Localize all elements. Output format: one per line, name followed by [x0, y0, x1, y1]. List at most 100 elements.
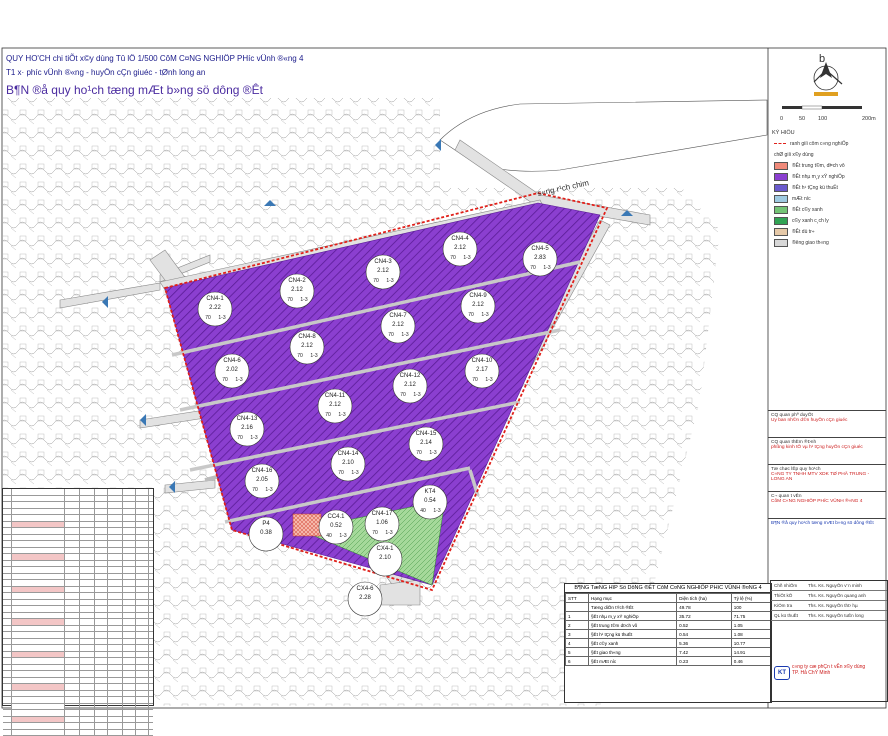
land-use-cell: 5: [566, 648, 589, 657]
scale-label-0: 0: [780, 116, 783, 122]
stamp-row: CQ quan thÈm ®Þnhphßng kinh tÕ vµ h¹ tÇn…: [768, 437, 886, 464]
plot-text: CN4-17: [372, 511, 393, 517]
table-cell: [80, 561, 95, 567]
table-cell: [136, 665, 149, 671]
signature-role: QL kü thuËt: [774, 613, 808, 618]
legend-item-label: ®Êt trung t©m, dÞch vô: [792, 163, 845, 169]
table-cell: [95, 502, 108, 508]
legend-swatch: [774, 195, 788, 203]
plot-density: 70: [205, 315, 211, 321]
plot-text: CN4-8: [298, 334, 316, 340]
table-cell: [3, 697, 12, 703]
plot-density: 70: [400, 392, 406, 398]
legend-swatch: [774, 239, 788, 247]
table-cell: [12, 613, 65, 619]
legend-item-label: ®Êt nhµ m¸y xÝ nghiÖp: [792, 174, 845, 180]
table-cell: [123, 489, 136, 495]
plot-density: 70: [373, 278, 379, 284]
company-logo: KT: [774, 666, 790, 680]
land-use-cell: 2: [566, 621, 589, 630]
table-row: [3, 730, 153, 736]
table-cell: [65, 522, 80, 528]
table-cell: [65, 515, 80, 521]
plot-text: 2.12: [291, 287, 303, 293]
table-cell: [123, 522, 136, 528]
signature-row: QL kü thuËtThs. Ks. NguyÔn tuÊn long: [771, 611, 887, 621]
plot-density: 70: [287, 297, 293, 303]
table-cell: [65, 671, 80, 677]
plot-label: CN4-62.02701-3: [215, 354, 249, 388]
table-cell: [95, 567, 108, 573]
table-cell: [123, 587, 136, 593]
table-cell: [108, 587, 123, 593]
table-cell: [3, 541, 12, 547]
legend-item: ®Êt dù tr÷: [774, 226, 886, 237]
plot-density: 70: [530, 265, 536, 271]
plot-text: CN4-12: [400, 373, 421, 379]
plot-density: 40: [420, 508, 426, 514]
table-cell: [3, 567, 12, 573]
scale-label-1: 50: [799, 116, 805, 122]
land-use-header: STT: [566, 594, 589, 603]
table-row: 4§Êt c©y xanh5.3610.77: [566, 639, 771, 648]
table-cell: [108, 691, 123, 697]
table-cell: [80, 593, 95, 599]
table-cell: [65, 626, 80, 632]
table-row: Tæng diÖn tÝch ®Êt49.78100: [566, 603, 771, 612]
table-cell: [65, 723, 80, 729]
plot-label: CC4.10.52401-3: [319, 510, 353, 544]
plot-floors: 1-3: [429, 450, 436, 456]
table-cell: [123, 704, 136, 710]
signature-role: Chñ nhiÖm: [774, 583, 808, 588]
table-cell: [108, 613, 123, 619]
table-cell: [12, 587, 65, 593]
table-cell: [136, 496, 149, 502]
table-cell: [136, 684, 149, 690]
table-cell: [108, 509, 123, 515]
table-cell: [108, 593, 123, 599]
table-cell: [12, 522, 65, 528]
table-cell: [123, 697, 136, 703]
table-cell: [136, 652, 149, 658]
table-cell: [12, 548, 65, 554]
table-cell: [136, 522, 149, 528]
plot-density: 70: [297, 353, 303, 359]
land-use-header: Hạng mục: [588, 594, 676, 603]
table-cell: [65, 587, 80, 593]
table-cell: [123, 509, 136, 515]
table-cell: [108, 678, 123, 684]
table-cell: [3, 723, 12, 729]
table-cell: [123, 541, 136, 547]
table-cell: [95, 613, 108, 619]
land-use-title: B¶NG TæNG HîP Sö DôNG ®ÊT CôM C¤NG NGHIÖ…: [565, 584, 771, 593]
table-cell: [108, 652, 123, 658]
table-cell: [136, 639, 149, 645]
table-cell: [123, 600, 136, 606]
table-cell: [80, 645, 95, 651]
signature-role: KiÓm tra: [774, 603, 808, 608]
table-cell: [12, 645, 65, 651]
table-cell: [95, 606, 108, 612]
table-cell: [136, 645, 149, 651]
table-cell: [80, 626, 95, 632]
plot-text: CC4.1: [327, 514, 345, 520]
land-use-cell: §Êt h¹ tÇng kü thuËt: [588, 630, 676, 639]
table-cell: [80, 704, 95, 710]
table-cell: [95, 723, 108, 729]
table-cell: [12, 678, 65, 684]
table-cell: [3, 658, 12, 664]
table-cell: [80, 665, 95, 671]
table-cell: [108, 619, 123, 625]
table-cell: [3, 613, 12, 619]
land-use-cell: 6: [566, 657, 589, 666]
signature-name: Ths. Ks. NguyÔn v¨n minh: [808, 583, 862, 588]
table-cell: [80, 541, 95, 547]
land-use-cell: 3: [566, 630, 589, 639]
plot-text: 2.10: [379, 555, 391, 561]
signature-name: Ths. Ks. NguyÔn thÞ hµ: [808, 603, 858, 608]
table-cell: [136, 541, 149, 547]
land-use-cell: §Êt mÆt n­íc: [588, 657, 676, 666]
table-cell: [80, 691, 95, 697]
table-cell: [108, 600, 123, 606]
table-cell: [3, 548, 12, 554]
